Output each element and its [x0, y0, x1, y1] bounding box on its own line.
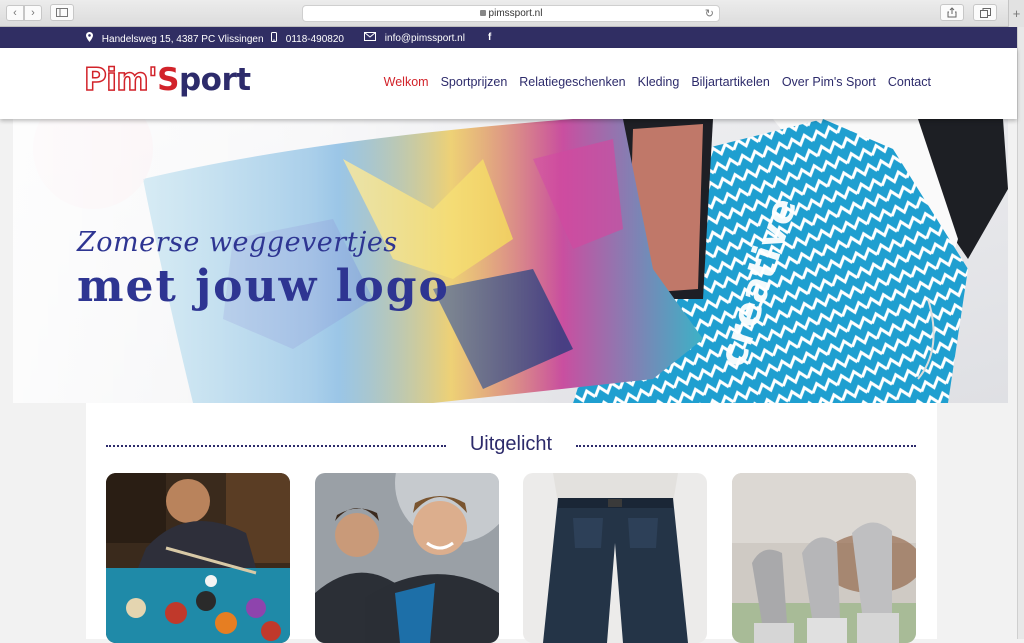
tabs-button[interactable]	[973, 4, 997, 21]
logo-part-2: S	[157, 62, 179, 98]
nav-item-over-pims-sport[interactable]: Over Pim's Sport	[782, 75, 876, 89]
hero-banner[interactable]: creative Zomerse weggevertjes met jouw l…	[13, 119, 1008, 403]
nav-item-welkom[interactable]: Welkom	[384, 75, 429, 89]
facebook-link[interactable]: f	[488, 32, 491, 43]
address-text: Handelsweg 15, 4387 PC Vlissingen	[101, 34, 264, 45]
chevron-left-icon: ‹	[13, 7, 17, 19]
lock-icon	[479, 10, 486, 16]
hero-title: met jouw logo	[77, 261, 450, 312]
map-pin-icon	[86, 32, 93, 42]
envelope-icon	[364, 32, 376, 41]
featured-section: Uitgelicht	[86, 403, 937, 643]
share-button[interactable]	[940, 4, 964, 21]
main-nav: Welkom Sportprijzen Relatiegeschenken Kl…	[384, 75, 931, 89]
workwear-image	[523, 473, 707, 643]
nav-item-contact[interactable]: Contact	[888, 75, 931, 89]
sidebar-icon	[56, 8, 68, 17]
phone-item[interactable]: 0118-490820	[271, 32, 344, 45]
card-billiards[interactable]	[106, 473, 290, 643]
phone-text: 0118-490820	[285, 34, 344, 45]
reload-icon[interactable]: ↻	[705, 7, 714, 20]
nav-item-biljartartikelen[interactable]: Biljartartikelen	[691, 75, 770, 89]
nav-item-kleding[interactable]: Kleding	[638, 75, 680, 89]
back-button[interactable]: ‹	[6, 5, 24, 21]
forward-button[interactable]: ›	[24, 5, 42, 21]
email-text: info@pimssport.nl	[384, 33, 465, 44]
trophies-image	[732, 473, 916, 643]
logo-part-1: Pim'	[83, 61, 158, 99]
sportswear-image	[315, 473, 499, 643]
address-item: Handelsweg 15, 4387 PC Vlissingen	[86, 32, 264, 45]
site-logo[interactable]: Pim'Sport	[83, 61, 251, 99]
facebook-icon: f	[488, 32, 492, 43]
email-item[interactable]: info@pimssport.nl	[364, 32, 465, 44]
contact-bar: Handelsweg 15, 4387 PC Vlissingen 0118-4…	[0, 27, 1017, 48]
featured-title: Uitgelicht	[106, 433, 916, 456]
new-tab-button[interactable]: +	[1008, 0, 1024, 27]
browser-toolbar: ‹ › pimssport.nl ↻ +	[0, 0, 1024, 27]
nav-item-sportprijzen[interactable]: Sportprijzen	[441, 75, 508, 89]
hero-subtitle: Zomerse weggevertjes	[77, 227, 398, 258]
mobile-phone-icon	[271, 32, 277, 42]
card-trophies[interactable]	[732, 473, 916, 643]
window-edge	[1017, 27, 1024, 639]
chevron-right-icon: ›	[31, 7, 35, 19]
share-icon	[947, 7, 957, 18]
sidebar-button[interactable]	[50, 4, 74, 21]
tabs-icon	[979, 8, 991, 18]
url-text: pimssport.nl	[488, 8, 543, 19]
featured-cards	[106, 473, 916, 643]
card-sportswear[interactable]	[315, 473, 499, 643]
billiards-image	[106, 473, 290, 643]
plus-icon: +	[1012, 6, 1021, 21]
logo-part-3: port	[178, 62, 251, 98]
card-workwear[interactable]	[523, 473, 707, 643]
featured-header: Uitgelicht	[106, 433, 916, 457]
address-bar[interactable]: pimssport.nl ↻	[302, 5, 720, 22]
nav-item-relatiegeschenken[interactable]: Relatiegeschenken	[519, 75, 625, 89]
site-header: Pim'Sport Welkom Sportprijzen Relatieges…	[0, 48, 1017, 119]
